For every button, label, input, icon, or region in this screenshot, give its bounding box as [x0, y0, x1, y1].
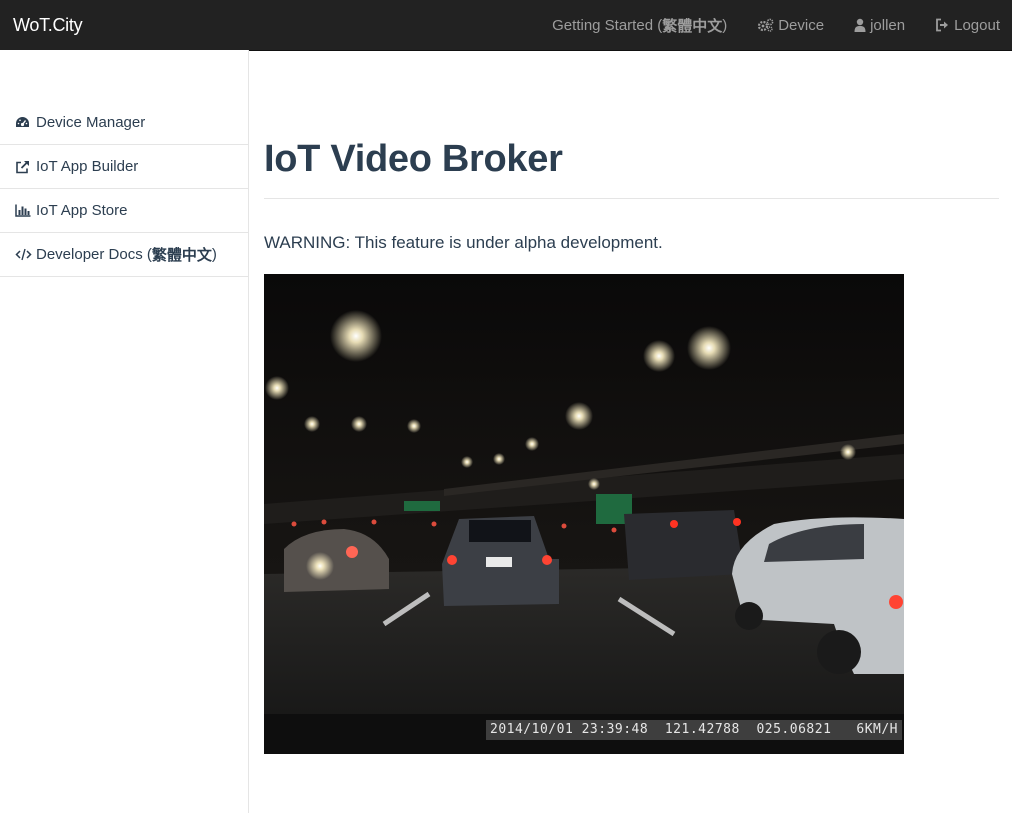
nav-logout-label: Logout [954, 16, 1000, 34]
nav-getting-started-prefix: Getting Started ( [552, 16, 663, 34]
sign-out-icon [935, 18, 950, 32]
video-frame-image [264, 274, 904, 754]
nav-user[interactable]: jollen [854, 17, 905, 34]
nav-getting-started-suffix: ) [722, 16, 728, 34]
sidebar-nav: Device Manager IoT App Builder IoT App S… [0, 101, 248, 277]
page-title: IoT Video Broker [264, 138, 563, 180]
nav-device-label: Device [778, 16, 825, 34]
sidebar-item-label-suffix: ) [211, 246, 217, 263]
dashboard-icon [15, 116, 32, 129]
sidebar-item-device-manager[interactable]: Device Manager [0, 101, 248, 145]
sidebar-item-label: IoT App Builder [36, 158, 139, 175]
cogs-icon [757, 18, 774, 32]
nav-user-label: jollen [870, 16, 906, 34]
sidebar-item-label: Device Manager [36, 114, 146, 131]
user-icon [854, 18, 866, 32]
external-link-icon [15, 160, 32, 174]
brand-link[interactable]: WoT.City [13, 0, 83, 50]
code-icon [15, 248, 32, 261]
sidebar-item-label: Developer Docs ( [36, 246, 152, 263]
bar-chart-icon [15, 204, 32, 217]
sidebar: Device Manager IoT App Builder IoT App S… [0, 50, 249, 813]
sidebar-item-developer-docs[interactable]: Developer Docs (繁體中文) [0, 233, 248, 277]
sidebar-item-label-bold: 繁體中文 [151, 247, 212, 264]
nav-logout[interactable]: Logout [935, 17, 1000, 34]
video-timestamp-overlay: 2014/10/01 23:39:48 121.42788 025.06821 … [486, 720, 903, 740]
navbar-right: Getting Started (繁體中文) Device jollen Log… [522, 0, 1000, 50]
nav-getting-started-lang: 繁體中文 [662, 17, 723, 35]
sidebar-item-iot-app-builder[interactable]: IoT App Builder [0, 145, 248, 189]
top-navbar: WoT.City Getting Started (繁體中文) Device j… [0, 0, 1012, 51]
sidebar-item-label: IoT App Store [36, 202, 128, 219]
alpha-warning: WARNING: This feature is under alpha dev… [264, 233, 663, 252]
video-stream[interactable]: 2014/10/01 23:39:48 121.42788 025.06821 … [264, 274, 904, 754]
nav-getting-started[interactable]: Getting Started (繁體中文) [552, 15, 727, 36]
sidebar-item-iot-app-store[interactable]: IoT App Store [0, 189, 248, 233]
nav-device[interactable]: Device [757, 17, 824, 34]
title-divider [264, 198, 999, 199]
